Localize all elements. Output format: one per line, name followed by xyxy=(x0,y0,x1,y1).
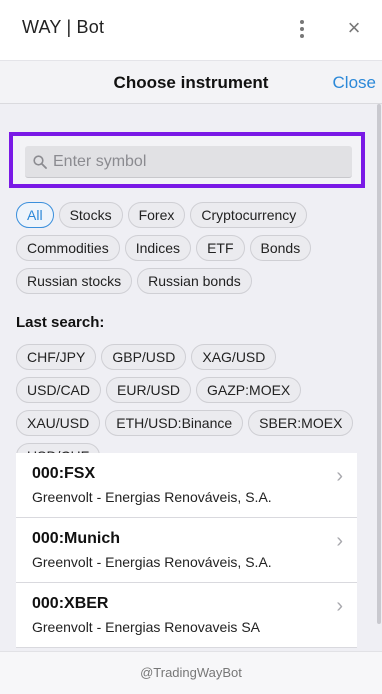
sheet-header: Choose instrument Close xyxy=(0,61,382,104)
category-chip-russian-bonds[interactable]: Russian bonds xyxy=(137,268,252,294)
category-chip-bonds[interactable]: Bonds xyxy=(249,235,312,261)
instrument-row[interactable]: 000:XBER Greenvolt - Energias Renovaveis … xyxy=(16,583,357,648)
category-chip-indices[interactable]: Indices xyxy=(124,235,192,261)
chevron-right-icon: › xyxy=(336,595,343,617)
instrument-symbol: 000:XBER xyxy=(32,595,109,612)
category-chip-all[interactable]: All xyxy=(16,202,54,228)
instrument-name: Greenvolt - Energias Renováveis, S.A. xyxy=(32,489,272,505)
title-bar: WAY | Bot × xyxy=(0,0,382,61)
search-icon xyxy=(33,155,47,169)
last-search-label: Last search: xyxy=(16,314,105,331)
instrument-name: Greenvolt - Energias Renovaveis SA xyxy=(32,619,260,635)
chevron-right-icon: › xyxy=(336,465,343,487)
app-title: WAY | Bot xyxy=(22,17,105,37)
category-chip-etf[interactable]: ETF xyxy=(196,235,245,261)
recent-symbol-chip[interactable]: ETH/USD:Binance xyxy=(105,410,244,436)
instrument-row[interactable]: 000:Munich Greenvolt - Energias Renovávei… xyxy=(16,518,357,583)
category-filter: All Stocks Forex Cryptocurrency Commodities I… xyxy=(16,202,366,294)
recent-symbol-chip[interactable]: XAG/USD xyxy=(191,344,277,370)
sheet-title: Choose instrument xyxy=(113,73,269,92)
category-chip-cryptocurrency[interactable]: Cryptocurrency xyxy=(190,202,308,228)
kebab-menu-icon[interactable] xyxy=(294,16,310,42)
instrument-list: 000:FSX Greenvolt - Energias Renováveis, … xyxy=(16,453,357,648)
recent-symbol-chip[interactable]: USD/CAD xyxy=(16,377,102,403)
close-icon[interactable]: × xyxy=(343,14,365,42)
recent-symbol-chip[interactable]: XAU/USD xyxy=(16,410,101,436)
recent-symbol-chip[interactable]: CHF/JPY xyxy=(16,344,97,370)
search-highlight-frame xyxy=(9,132,365,188)
recent-symbol-chip[interactable]: SBER:MOEX xyxy=(248,410,354,436)
category-chip-forex[interactable]: Forex xyxy=(127,202,186,228)
recent-symbol-chip[interactable]: GBP/USD xyxy=(101,344,187,370)
instrument-symbol: 000:FSX xyxy=(32,465,96,482)
search-input[interactable] xyxy=(53,146,343,178)
recent-symbol-chip[interactable]: EUR/USD xyxy=(106,377,192,403)
category-chip-stocks[interactable]: Stocks xyxy=(58,202,123,228)
close-button[interactable]: Close xyxy=(333,73,376,93)
search-box[interactable] xyxy=(25,146,352,178)
last-search-list: CHF/JPY GBP/USD XAG/USD USD/CAD EUR/USD GAZP:… xyxy=(16,344,366,469)
chevron-right-icon: › xyxy=(336,530,343,552)
instrument-row[interactable]: 000:FSX Greenvolt - Energias Renováveis, … xyxy=(16,453,357,518)
category-chip-commodities[interactable]: Commodities xyxy=(16,235,120,261)
instrument-name: Greenvolt - Energias Renováveis, S.A. xyxy=(32,554,272,570)
instrument-symbol: 000:Munich xyxy=(32,530,121,547)
category-chip-russian-stocks[interactable]: Russian stocks xyxy=(16,268,133,294)
recent-symbol-chip[interactable]: GAZP:MOEX xyxy=(196,377,302,403)
scrollbar-thumb[interactable] xyxy=(377,104,381,624)
footer-bot-handle: @TradingWayBot xyxy=(0,651,382,694)
